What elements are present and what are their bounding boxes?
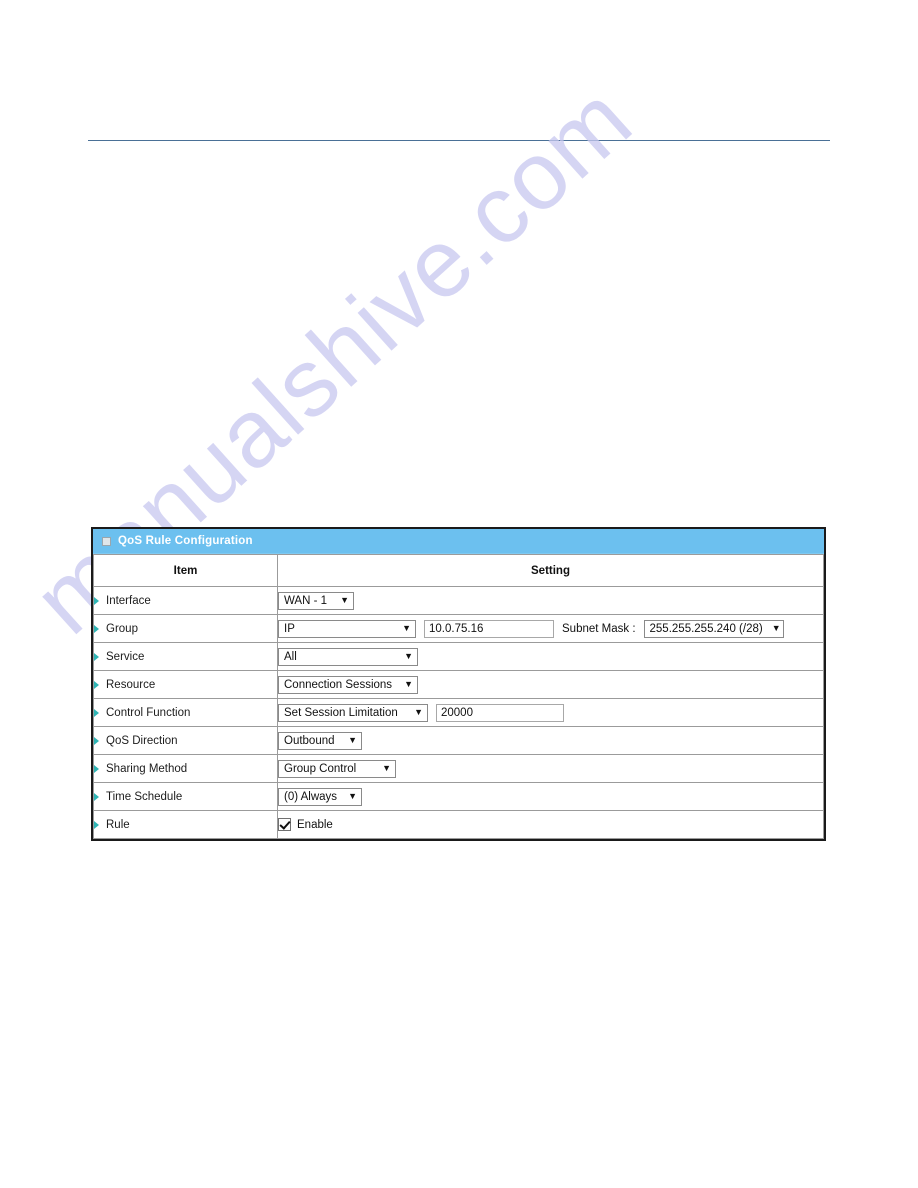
arrow-right-icon: [94, 736, 99, 745]
group-ip-input-value: 10.0.75.16: [429, 622, 484, 635]
row-label-resource: Resource: [93, 670, 278, 699]
subnet-mask-select[interactable]: 255.255.255.240 (/28) ▼: [643, 619, 784, 638]
arrow-right-icon: [94, 652, 99, 661]
group-ip-input[interactable]: 10.0.75.16: [424, 619, 554, 638]
row-setting-time-schedule: (0) Always ▼: [277, 782, 824, 811]
item-label: Service: [106, 650, 145, 663]
arrow-right-icon: [94, 820, 99, 829]
table-row: Sharing Method Group Control ▼: [93, 754, 824, 783]
time-schedule-select-value: (0) Always: [284, 790, 338, 803]
interface-select[interactable]: WAN - 1 ▼: [278, 591, 354, 610]
sharing-method-select[interactable]: Group Control ▼: [278, 759, 396, 778]
row-label-rule: Rule: [93, 810, 278, 839]
time-schedule-select[interactable]: (0) Always ▼: [278, 787, 362, 806]
resource-select[interactable]: Connection Sessions ▼: [278, 675, 418, 694]
panel-title-bar: QoS Rule Configuration: [93, 529, 824, 554]
service-select-value: All: [284, 650, 297, 663]
subnet-mask-label: Subnet Mask :: [562, 622, 636, 635]
window-square-icon: [102, 536, 111, 546]
row-label-time-schedule: Time Schedule: [93, 782, 278, 811]
panel-title-text: QoS Rule Configuration: [118, 535, 253, 547]
sharing-method-select-value: Group Control: [284, 762, 357, 775]
chevron-down-icon: ▼: [402, 623, 411, 633]
resource-select-value: Connection Sessions: [284, 678, 393, 691]
service-select[interactable]: All ▼: [278, 647, 418, 666]
table-row: Group IP ▼ 10.0.75.16 Subnet Mask : 255.…: [93, 614, 824, 643]
control-function-select-value: Set Session Limitation: [284, 706, 398, 719]
chevron-down-icon: ▼: [348, 791, 357, 801]
session-limit-input-value: 20000: [441, 706, 473, 719]
row-setting-resource: Connection Sessions ▼: [277, 670, 824, 699]
table-row: Rule Enable: [93, 810, 824, 839]
arrow-right-icon: [94, 764, 99, 773]
row-label-group: Group: [93, 614, 278, 643]
item-label: Sharing Method: [106, 762, 188, 775]
arrow-right-icon: [94, 708, 99, 717]
table-header-row: Item Setting: [93, 554, 824, 587]
group-type-select[interactable]: IP ▼: [278, 619, 416, 638]
row-setting-control-function: Set Session Limitation ▼ 20000: [277, 698, 824, 727]
group-type-select-value: IP: [284, 622, 295, 635]
chevron-down-icon: ▼: [414, 707, 423, 717]
row-setting-service: All ▼: [277, 642, 824, 671]
rule-enable-label: Enable: [297, 818, 333, 831]
row-setting-qos-direction: Outbound ▼: [277, 726, 824, 755]
item-label: Interface: [106, 594, 151, 607]
interface-select-value: WAN - 1: [284, 594, 328, 607]
table-row: Service All ▼: [93, 642, 824, 671]
row-setting-interface: WAN - 1 ▼: [277, 586, 824, 615]
chevron-down-icon: ▼: [348, 735, 357, 745]
qos-rule-table: Item Setting Interface WAN - 1 ▼ Group I…: [93, 554, 824, 839]
arrow-right-icon: [94, 624, 99, 633]
chevron-down-icon: ▼: [771, 623, 781, 633]
qos-rule-configuration-panel: QoS Rule Configuration Item Setting Inte…: [91, 527, 826, 841]
qos-direction-select-value: Outbound: [284, 734, 335, 747]
session-limit-input[interactable]: 20000: [436, 703, 564, 722]
table-row: Time Schedule (0) Always ▼: [93, 782, 824, 811]
table-row: Interface WAN - 1 ▼: [93, 586, 824, 615]
item-label: QoS Direction: [106, 734, 178, 747]
row-label-sharing-method: Sharing Method: [93, 754, 278, 783]
chevron-down-icon: ▼: [382, 763, 391, 773]
item-label: Group: [106, 622, 138, 635]
row-setting-sharing-method: Group Control ▼: [277, 754, 824, 783]
checkmark-icon: [278, 818, 291, 831]
chevron-down-icon: ▼: [404, 679, 413, 689]
header-divider: [88, 140, 830, 141]
item-label: Rule: [106, 818, 130, 831]
column-header-setting: Setting: [277, 554, 824, 587]
row-label-control-function: Control Function: [93, 698, 278, 727]
chevron-down-icon: ▼: [404, 651, 413, 661]
table-row: Control Function Set Session Limitation …: [93, 698, 824, 727]
arrow-right-icon: [94, 680, 99, 689]
qos-direction-select[interactable]: Outbound ▼: [278, 731, 362, 750]
item-label: Resource: [106, 678, 156, 691]
chevron-down-icon: ▼: [340, 595, 349, 605]
row-label-qos-direction: QoS Direction: [93, 726, 278, 755]
arrow-right-icon: [94, 596, 99, 605]
arrow-right-icon: [94, 792, 99, 801]
table-row: QoS Direction Outbound ▼: [93, 726, 824, 755]
row-label-interface: Interface: [93, 586, 278, 615]
rule-enable-checkbox[interactable]: Enable: [278, 818, 333, 831]
table-row: Resource Connection Sessions ▼: [93, 670, 824, 699]
item-label: Time Schedule: [106, 790, 183, 803]
row-label-service: Service: [93, 642, 278, 671]
row-setting-group: IP ▼ 10.0.75.16 Subnet Mask : 255.255.25…: [277, 614, 824, 643]
row-setting-rule: Enable: [277, 810, 824, 839]
control-function-select[interactable]: Set Session Limitation ▼: [278, 703, 428, 722]
item-label: Control Function: [106, 706, 191, 719]
column-header-item: Item: [93, 554, 278, 587]
subnet-mask-select-value: 255.255.255.240 (/28): [649, 622, 763, 635]
